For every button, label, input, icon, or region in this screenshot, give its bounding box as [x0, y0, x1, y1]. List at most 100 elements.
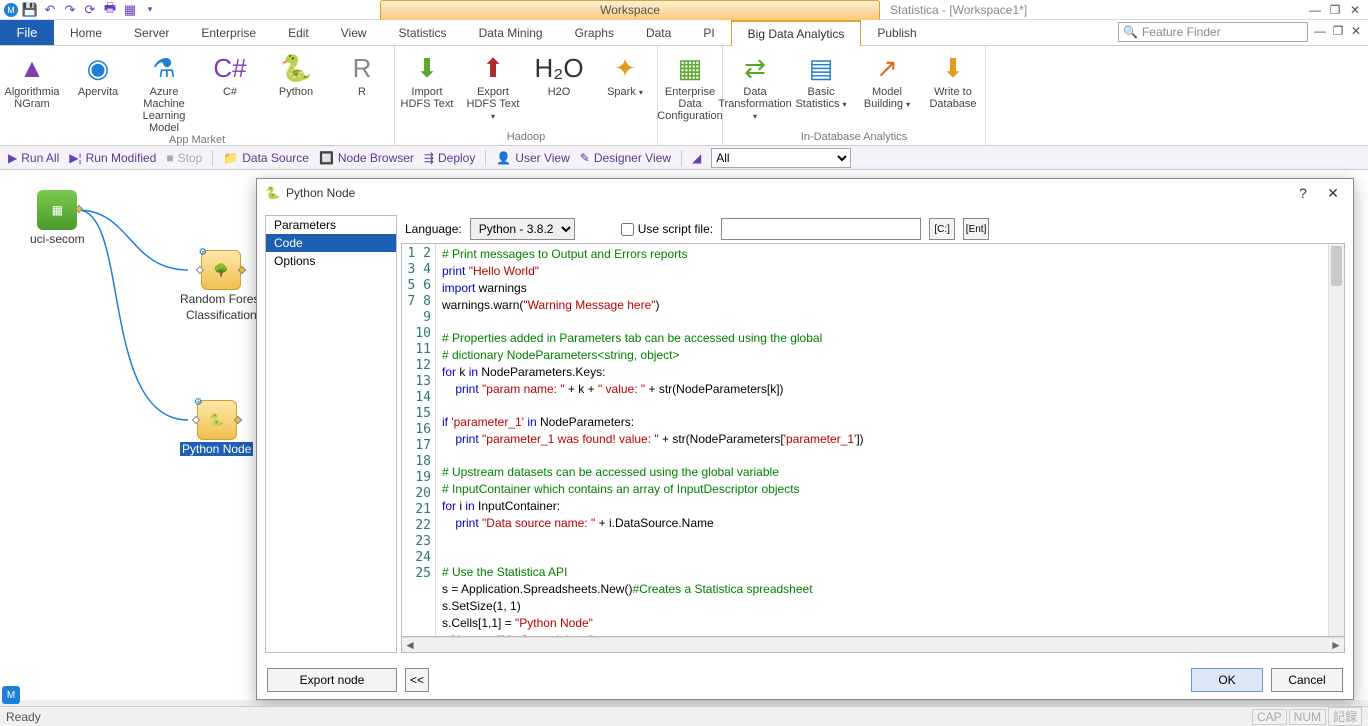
algorithmia-ngram-button[interactable]: ▲AlgorithmiaNGram [4, 48, 60, 134]
azure-ml-button[interactable]: ⚗Azure MachineLearning Model [136, 48, 192, 134]
app-title: Statistica - [Workspace1*] [890, 0, 1027, 20]
apervita-button[interactable]: ◉Apervita [70, 48, 126, 134]
vertical-scrollbar[interactable] [1328, 244, 1344, 636]
button-label: BasicStatistics ▾ [795, 86, 846, 111]
run-modified-button[interactable]: ▶¦Run Modified [69, 151, 156, 165]
print-icon[interactable]: 🖶 [102, 2, 118, 18]
qat-dropdown-icon[interactable]: ▾ [142, 2, 158, 18]
ribbon: ▲AlgorithmiaNGram◉Apervita⚗Azure Machine… [0, 46, 1368, 146]
tab-data[interactable]: Data [630, 20, 687, 45]
dialog-nav: Parameters Code Options [265, 215, 397, 653]
python-icon: 🐍 [265, 186, 280, 200]
tab-edit[interactable]: Edit [272, 20, 325, 45]
user-view-button[interactable]: 👤User View [496, 151, 569, 165]
refresh-icon[interactable]: ⟳ [82, 2, 98, 18]
stop-button[interactable]: ■Stop [166, 151, 202, 165]
csharp-button[interactable]: C#C# [202, 48, 258, 134]
status-num: NUM [1289, 709, 1326, 725]
status-ready: Ready [6, 710, 41, 724]
status-bar: Ready CAP NUM 記録 [0, 706, 1368, 726]
help-button[interactable]: ? [1291, 181, 1315, 205]
script-path-input[interactable] [721, 218, 921, 240]
tab-server[interactable]: Server [118, 20, 185, 45]
undo-icon[interactable]: ↶ [42, 2, 58, 18]
azure-ml-icon: ⚗ [148, 52, 180, 84]
node-data-source[interactable]: ▦ uci-secom [30, 190, 85, 246]
ent-button[interactable]: [Ent] [963, 218, 989, 240]
doc-close-icon[interactable]: ✕ [1348, 23, 1364, 39]
write-to-db-button[interactable]: ⬇Write toDatabase [925, 48, 981, 131]
redo-icon[interactable]: ↷ [62, 2, 78, 18]
deploy-button[interactable]: ⇶Deploy [424, 151, 475, 165]
data-source-button[interactable]: 📁Data Source [223, 151, 309, 165]
use-script-checkbox[interactable]: Use script file: [621, 222, 713, 236]
save-icon[interactable]: 💾 [22, 2, 38, 18]
apervita-icon: ◉ [82, 52, 114, 84]
basic-statistics-button[interactable]: ▤BasicStatistics ▾ [793, 48, 849, 131]
back-button[interactable]: << [405, 668, 429, 692]
import-hdfs-button[interactable]: ⬇ImportHDFS Text [399, 48, 455, 131]
run-all-button[interactable]: ▶Run All [8, 151, 59, 165]
model-building-button[interactable]: ↗ModelBuilding ▾ [859, 48, 915, 131]
tab-big-data-analytics[interactable]: Big Data Analytics [731, 20, 862, 46]
doc-restore-icon[interactable]: ❐ [1330, 23, 1346, 39]
button-label: Enterprise DataConfiguration [657, 86, 722, 122]
code-area[interactable]: # Print messages to Output and Errors re… [436, 244, 1328, 636]
export-hdfs-button[interactable]: ⬆ExportHDFS Text ▾ [465, 48, 521, 131]
file-tab[interactable]: File [0, 20, 54, 45]
export-node-button[interactable]: Export node [267, 668, 397, 692]
button-label: C# [223, 86, 237, 98]
cancel-button[interactable]: Cancel [1271, 668, 1343, 692]
tab-data-mining[interactable]: Data Mining [463, 20, 559, 45]
button-label: ImportHDFS Text [401, 86, 454, 110]
spark-button[interactable]: ✦ Spark ▾ [597, 48, 653, 131]
search-icon: 🔍 [1123, 25, 1138, 39]
close-icon[interactable]: ✕ [1346, 2, 1364, 18]
app-corner-icon[interactable]: M [2, 686, 20, 704]
restore-icon[interactable]: ❐ [1326, 2, 1344, 18]
horizontal-scrollbar[interactable]: ◄► [401, 637, 1345, 653]
node-random-forest[interactable]: ⚙ 🌳 Random Forest Classification [180, 250, 263, 322]
ok-button[interactable]: OK [1191, 668, 1263, 692]
feature-finder-placeholder: Feature Finder [1142, 25, 1221, 39]
spreadsheet-icon: ▦ [52, 203, 63, 217]
grid-icon[interactable]: ▦ [122, 2, 138, 18]
browse-c-button[interactable]: [C:] [929, 218, 955, 240]
designer-view-button[interactable]: ✎Designer View [580, 151, 671, 165]
dialog-footer: Export node << OK Cancel [257, 661, 1353, 699]
tab-pi[interactable]: PI [687, 20, 730, 45]
spark-icon: ✦ [609, 52, 641, 84]
data-transformation-button[interactable]: ⇄DataTransformation ▾ [727, 48, 783, 131]
r-button[interactable]: RR [334, 48, 390, 134]
node-browser-button[interactable]: 🔲Node Browser [319, 151, 414, 165]
enterprise-data-config-button[interactable]: ▦Enterprise DataConfiguration [662, 48, 718, 143]
tab-publish[interactable]: Publish [861, 20, 932, 45]
doc-minimize-icon[interactable]: — [1312, 23, 1328, 39]
nav-code[interactable]: Code [266, 234, 396, 252]
button-label: ModelBuilding ▾ [864, 86, 910, 111]
h2o-button[interactable]: H₂OH2O [531, 48, 587, 131]
feature-finder[interactable]: 🔍 Feature Finder [1118, 22, 1308, 42]
tab-statistics[interactable]: Statistics [383, 20, 463, 45]
node-python[interactable]: ⚙ 🐍 Python Node [180, 400, 253, 456]
python-button[interactable]: 🐍Python [268, 48, 324, 134]
dialog-titlebar: 🐍 Python Node ? ✕ [257, 179, 1353, 207]
language-select[interactable]: Python - 3.8.2 [470, 218, 575, 240]
tab-home[interactable]: Home [54, 20, 118, 45]
tab-view[interactable]: View [325, 20, 383, 45]
nav-options[interactable]: Options [266, 252, 396, 270]
group-label [662, 143, 718, 145]
button-label: Spark ▾ [607, 86, 643, 99]
filter-select[interactable]: All [711, 148, 851, 168]
app-icon[interactable]: M [4, 3, 18, 17]
r-icon: R [346, 52, 378, 84]
filter-icon[interactable]: ◢ [692, 151, 701, 165]
tab-graphs[interactable]: Graphs [559, 20, 630, 45]
close-button[interactable]: ✕ [1321, 181, 1345, 205]
code-editor[interactable]: 1 2 3 4 5 6 7 8 9 10 11 12 13 14 15 16 1… [401, 243, 1345, 637]
button-label: H2O [548, 86, 571, 98]
minimize-icon[interactable]: — [1306, 2, 1324, 18]
tab-enterprise[interactable]: Enterprise [185, 20, 272, 45]
nav-parameters[interactable]: Parameters [266, 216, 396, 234]
import-hdfs-icon: ⬇ [411, 52, 443, 84]
